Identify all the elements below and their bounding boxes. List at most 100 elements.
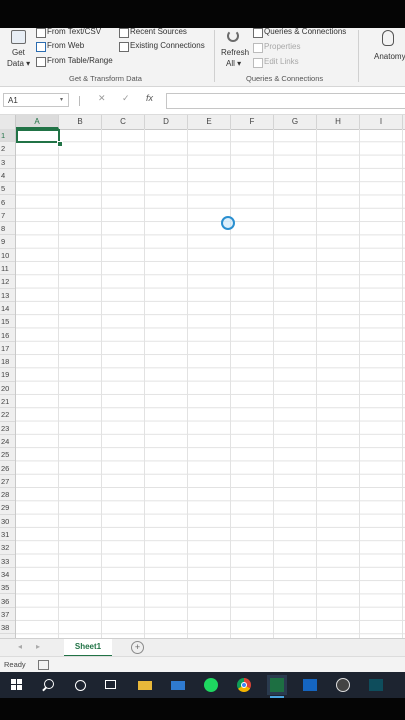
row-header[interactable]: 18	[0, 355, 15, 369]
outlook-icon[interactable]	[302, 677, 318, 693]
row-header[interactable]: 35	[0, 581, 15, 595]
row-header[interactable]: 25	[0, 448, 15, 462]
row-header[interactable]: 36	[0, 595, 15, 608]
row-header[interactable]: 19	[0, 368, 15, 382]
anatomy-icon	[382, 30, 394, 46]
row-header[interactable]: 32	[0, 541, 15, 555]
excel-icon[interactable]	[267, 675, 287, 698]
row-header[interactable]: 28	[0, 488, 15, 502]
refresh-all-button[interactable]: Refresh All ▾	[219, 28, 249, 72]
web-icon	[36, 42, 46, 52]
recent-sources-button[interactable]: Recent Sources	[118, 26, 198, 38]
from-text-csv-label: From Text/CSV	[47, 27, 102, 36]
select-all-corner[interactable]	[0, 115, 16, 129]
properties-button[interactable]: Properties	[252, 41, 312, 53]
row-header[interactable]: 10	[0, 249, 15, 262]
row-header[interactable]: 5	[0, 182, 15, 196]
column-header[interactable]: I	[360, 115, 403, 129]
column-header[interactable]: D	[145, 115, 188, 129]
spotify-icon[interactable]	[203, 677, 219, 693]
row-header[interactable]: 24	[0, 435, 15, 449]
row-header[interactable]: 22	[0, 408, 15, 422]
row-header[interactable]: 6	[0, 196, 15, 209]
column-header[interactable]: E	[188, 115, 231, 129]
database-icon	[11, 30, 26, 44]
row-header[interactable]: 9	[0, 235, 15, 249]
insert-function-icon[interactable]: fx	[146, 93, 153, 103]
edit-links-button[interactable]: Edit Links	[252, 56, 312, 68]
from-table-range-button[interactable]: From Table/Range	[35, 55, 115, 67]
existing-connections-button[interactable]: Existing Connections	[118, 40, 210, 52]
row-header[interactable]: 38	[0, 621, 15, 635]
status-ready: Ready	[4, 660, 26, 669]
column-header[interactable]: F	[231, 115, 274, 129]
queries-icon	[253, 28, 263, 38]
row-header[interactable]: 30	[0, 515, 15, 528]
row-header[interactable]: 13	[0, 289, 15, 302]
row-header[interactable]: 20	[0, 382, 15, 395]
row-header[interactable]: 21	[0, 395, 15, 409]
table-icon	[36, 57, 46, 67]
row-header[interactable]: 33	[0, 555, 15, 568]
worksheet-grid[interactable]: ABCDEFGHI 1 2 3 4 5 6 7 8 9 10 11 12 13 14 15 16 17 18 19 2…	[0, 115, 405, 638]
cell-area[interactable]	[16, 129, 405, 638]
row-header[interactable]: 2	[0, 142, 15, 156]
row-header[interactable]: 15	[0, 315, 15, 329]
obs-icon[interactable]	[335, 677, 351, 693]
add-sheet-icon[interactable]: +	[131, 641, 144, 654]
row-header[interactable]: 3	[0, 156, 15, 169]
cancel-icon[interactable]: ✕	[98, 93, 106, 104]
row-header[interactable]: 31	[0, 528, 15, 542]
row-header[interactable]: 16	[0, 329, 15, 342]
from-text-csv-button[interactable]: From Text/CSV	[35, 26, 115, 38]
row-header[interactable]: 7	[0, 209, 15, 223]
row-header[interactable]: 27	[0, 475, 15, 489]
file-explorer-icon[interactable]	[137, 677, 153, 693]
row-header[interactable]: 17	[0, 342, 15, 356]
row-header[interactable]: 8	[0, 222, 15, 236]
row-headers: 1 2 3 4 5 6 7 8 9 10 11 12 13 14 15 16 17 18 19 20 21 22 23 24 2…	[0, 129, 16, 638]
app-icon[interactable]	[368, 677, 384, 693]
fill-handle[interactable]	[57, 141, 63, 147]
column-header[interactable]: G	[274, 115, 317, 129]
row-header[interactable]: 23	[0, 422, 15, 435]
row-header[interactable]: 37	[0, 608, 15, 622]
row-header[interactable]: 1	[0, 129, 15, 143]
column-header[interactable]: C	[102, 115, 145, 129]
column-header[interactable]: H	[317, 115, 360, 129]
refresh-all-label-2: All ▾	[226, 59, 242, 68]
row-header[interactable]: 4	[0, 169, 15, 183]
row-header[interactable]: 12	[0, 275, 15, 289]
enter-icon[interactable]: ✓	[122, 93, 130, 104]
get-data-button[interactable]: Get Data ▾	[5, 28, 31, 72]
cortana-icon[interactable]	[72, 677, 88, 693]
chrome-icon[interactable]	[236, 677, 252, 693]
sheet-tab-sheet1[interactable]: Sheet1	[64, 639, 112, 657]
loading-cursor-icon	[221, 216, 235, 230]
row-header[interactable]: 14	[0, 302, 15, 316]
properties-icon	[253, 43, 263, 53]
column-header[interactable]: B	[59, 115, 102, 129]
screen: Get Data ▾ From Text/CSV From Web From T…	[0, 0, 405, 720]
row-header[interactable]: 34	[0, 568, 15, 582]
macro-recording-icon[interactable]	[38, 660, 49, 670]
active-cell[interactable]	[16, 129, 60, 143]
scroll-right-icon[interactable]: ▸	[36, 642, 40, 651]
search-icon[interactable]	[40, 677, 56, 693]
column-header[interactable]: A	[16, 115, 59, 129]
row-header[interactable]: 11	[0, 262, 15, 276]
formula-input[interactable]	[166, 93, 405, 109]
anatomy-button[interactable]: Anatomy	[366, 28, 405, 72]
column-headers: ABCDEFGHI	[0, 115, 405, 130]
status-bar: Ready	[0, 656, 405, 673]
mail-icon[interactable]	[170, 677, 186, 693]
task-view-icon[interactable]	[103, 677, 119, 693]
scroll-left-icon[interactable]: ◂	[18, 642, 22, 651]
row-header[interactable]: 26	[0, 462, 15, 475]
from-web-button[interactable]: From Web	[35, 40, 95, 52]
queries-connections-button[interactable]: Queries & Connections	[252, 26, 352, 38]
windows-taskbar	[0, 672, 405, 698]
row-header[interactable]: 29	[0, 501, 15, 515]
name-box-dropdown-icon[interactable]: ▾	[60, 96, 63, 103]
windows-icon[interactable]	[9, 677, 25, 693]
